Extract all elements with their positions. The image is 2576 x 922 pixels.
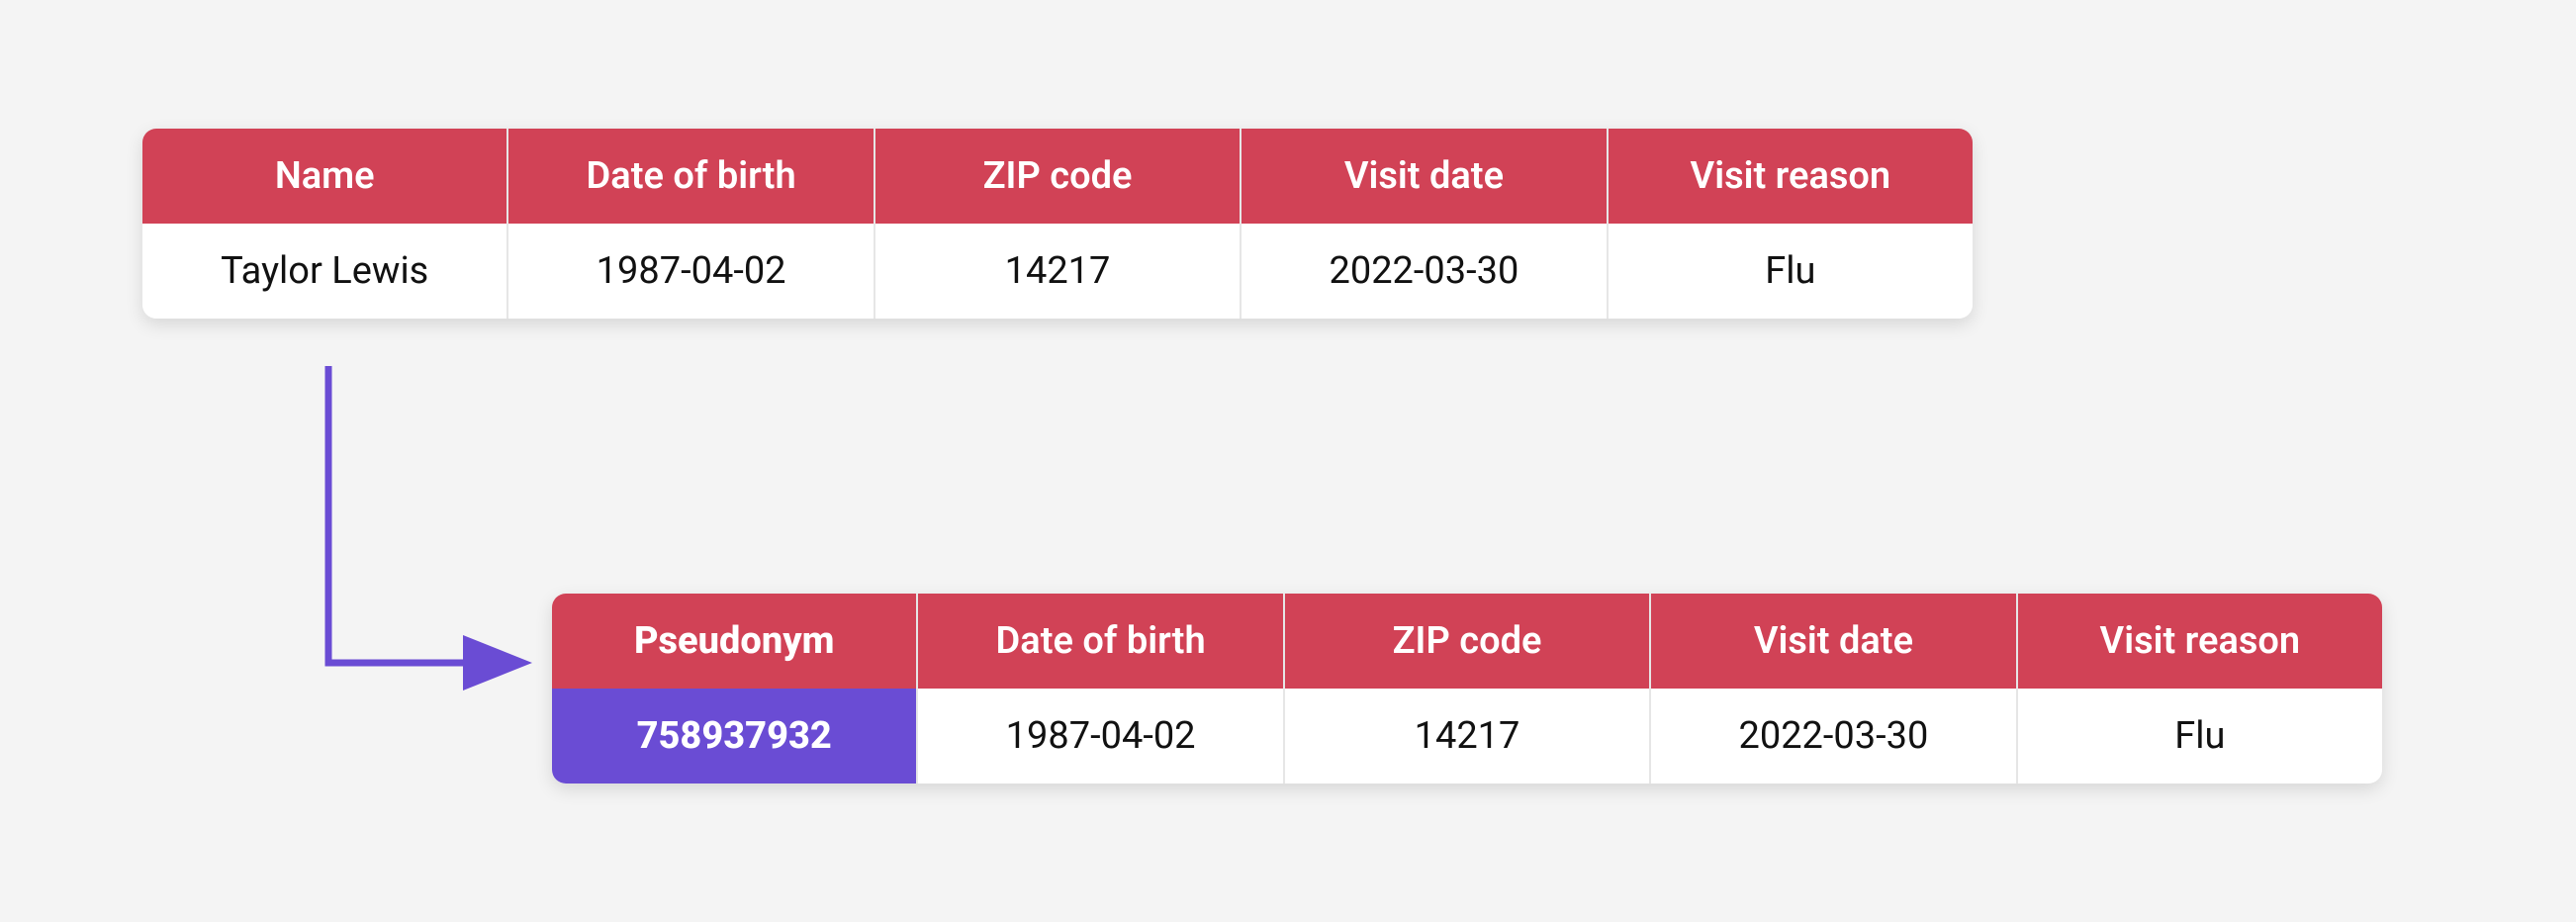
- header-name: Name: [142, 129, 506, 224]
- cell-dob: 1987-04-02: [508, 224, 873, 319]
- cell-name: Taylor Lewis: [142, 224, 506, 319]
- header-zip: ZIP code: [875, 129, 1240, 224]
- cell-visit-date: 2022-03-30: [1651, 689, 2015, 784]
- cell-visit-date: 2022-03-30: [1242, 224, 1606, 319]
- cell-visit-reason: Flu: [1609, 224, 1973, 319]
- col-pseudonym: Pseudonym 758937932: [552, 594, 918, 784]
- col-name: Name Taylor Lewis: [142, 129, 508, 319]
- header-visit-reason: Visit reason: [1609, 129, 1973, 224]
- pseudonymized-table: Pseudonym 758937932 Date of birth 1987-0…: [552, 594, 2382, 784]
- col-visit-date: Visit date 2022-03-30: [1651, 594, 2017, 784]
- header-dob: Date of birth: [508, 129, 873, 224]
- col-visit-reason: Visit reason Flu: [2018, 594, 2382, 784]
- col-dob: Date of birth 1987-04-02: [918, 594, 1284, 784]
- original-table: Name Taylor Lewis Date of birth 1987-04-…: [142, 129, 1973, 319]
- header-visit-reason: Visit reason: [2018, 594, 2382, 689]
- header-pseudonym: Pseudonym: [552, 594, 916, 689]
- arrow-icon: [311, 366, 568, 692]
- header-dob: Date of birth: [918, 594, 1282, 689]
- cell-zip: 14217: [875, 224, 1240, 319]
- col-zip: ZIP code 14217: [1285, 594, 1651, 784]
- col-zip: ZIP code 14217: [875, 129, 1242, 319]
- col-visit-date: Visit date 2022-03-30: [1242, 129, 1608, 319]
- cell-pseudonym: 758937932: [552, 689, 916, 784]
- col-dob: Date of birth 1987-04-02: [508, 129, 874, 319]
- header-visit-date: Visit date: [1651, 594, 2015, 689]
- cell-zip: 14217: [1285, 689, 1649, 784]
- header-visit-date: Visit date: [1242, 129, 1606, 224]
- header-zip: ZIP code: [1285, 594, 1649, 689]
- col-visit-reason: Visit reason Flu: [1609, 129, 1973, 319]
- cell-visit-reason: Flu: [2018, 689, 2382, 784]
- cell-dob: 1987-04-02: [918, 689, 1282, 784]
